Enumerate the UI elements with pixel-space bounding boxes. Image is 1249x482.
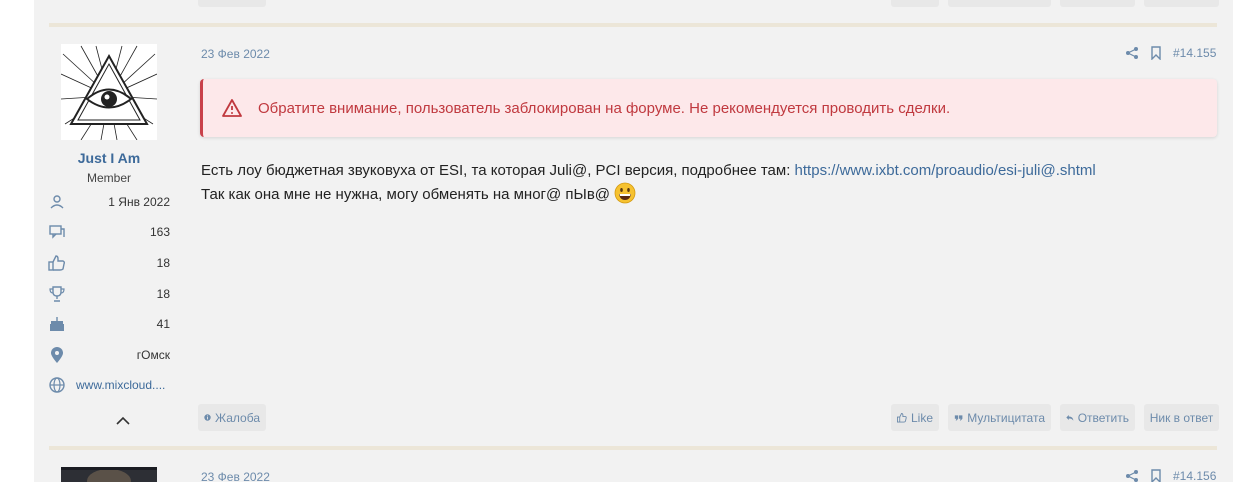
quote-icon xyxy=(954,415,963,421)
post-date[interactable]: 23 Фев 2022 xyxy=(201,470,270,482)
user-title: Member xyxy=(86,171,131,185)
warning-triangle-icon xyxy=(222,99,242,117)
prev-post-button[interactable] xyxy=(1060,0,1135,7)
reactions-value: 18 xyxy=(156,256,170,270)
thumbs-up-icon xyxy=(897,412,907,423)
reply-button[interactable]: Ответить xyxy=(1060,404,1135,431)
trophy-icon xyxy=(49,286,65,302)
post-line-1: Есть лоу бюджетная звуковуха от ESI, та … xyxy=(201,160,1096,182)
globe-icon xyxy=(49,377,65,393)
avatar[interactable] xyxy=(61,467,157,482)
blocked-user-warning: Обратите внимание, пользователь заблокир… xyxy=(200,79,1217,137)
thread-page: Just I Am Member 1 Янв 2022 163 18 18 41… xyxy=(34,0,1233,482)
thumbs-up-icon xyxy=(48,255,66,271)
location-value: гОмск xyxy=(136,348,170,362)
stat-location: гОмск xyxy=(48,346,170,366)
points-value: 18 xyxy=(156,287,170,301)
user-icon xyxy=(50,195,64,209)
report-label: Жалоба xyxy=(215,410,260,425)
prev-post-button[interactable] xyxy=(948,0,1051,7)
reply-label: Ответить xyxy=(1077,410,1129,425)
warning-text: Обратите внимание, пользователь заблокир… xyxy=(258,100,951,117)
cake-icon xyxy=(50,317,64,331)
post-body: Есть лоу бюджетная звуковуха от ESI, та … xyxy=(201,160,1096,206)
external-link[interactable]: https://www.ixbt.com/proaudio/esi-juli@.… xyxy=(795,162,1096,179)
post-number[interactable]: #14.156 xyxy=(1173,469,1216,482)
age-value: 41 xyxy=(156,317,170,331)
bookmark-icon[interactable] xyxy=(1149,46,1163,60)
stat-messages: 163 xyxy=(48,223,170,243)
like-button[interactable]: Like xyxy=(891,404,939,431)
bookmark-icon[interactable] xyxy=(1149,469,1163,482)
post-line-2: Так как она мне не нужна, могу обменять … xyxy=(201,182,1096,206)
prev-post-button[interactable] xyxy=(198,0,266,7)
username[interactable]: Just I Am xyxy=(48,150,170,166)
stat-reactions: 18 xyxy=(48,254,170,274)
joined-value: 1 Янв 2022 xyxy=(108,195,170,209)
location-pin-icon xyxy=(51,347,63,363)
post-text: Так как она мне не нужна, могу обменять … xyxy=(201,186,611,203)
post-separator xyxy=(49,446,1217,450)
nick-reply-label: Ник в ответ xyxy=(1149,410,1214,425)
post-date[interactable]: 23 Фев 2022 xyxy=(201,47,270,61)
post-number[interactable]: #14.155 xyxy=(1173,46,1216,60)
like-label: Like xyxy=(910,410,933,425)
messages-icon xyxy=(49,225,65,239)
messages-value: 163 xyxy=(149,225,170,239)
reply-icon xyxy=(1066,415,1074,421)
stat-age: 41 xyxy=(48,315,170,335)
prev-post-button[interactable] xyxy=(891,0,939,7)
multiquote-button[interactable]: Мультицитата xyxy=(948,404,1051,431)
stat-points: 18 xyxy=(48,285,170,305)
share-icon[interactable] xyxy=(1125,46,1139,60)
info-icon xyxy=(204,414,211,421)
post-text: Есть лоу бюджетная звуковуха от ESI, та … xyxy=(201,162,795,179)
share-icon[interactable] xyxy=(1125,469,1139,482)
nick-reply-button[interactable]: Ник в ответ xyxy=(1144,404,1219,431)
website-link[interactable]: www.mixcloud.... xyxy=(76,378,170,392)
avatar[interactable] xyxy=(61,44,157,140)
multiquote-label: Мультицитата xyxy=(967,410,1045,425)
stat-joined: 1 Янв 2022 xyxy=(48,193,170,213)
prev-post-button[interactable] xyxy=(1144,0,1219,7)
post-separator xyxy=(49,23,1217,27)
grinning-face-emoji-icon xyxy=(614,182,636,204)
chevron-up-icon[interactable] xyxy=(116,416,130,426)
report-button[interactable]: Жалоба xyxy=(198,404,266,431)
stat-website: www.mixcloud.... xyxy=(48,376,170,396)
